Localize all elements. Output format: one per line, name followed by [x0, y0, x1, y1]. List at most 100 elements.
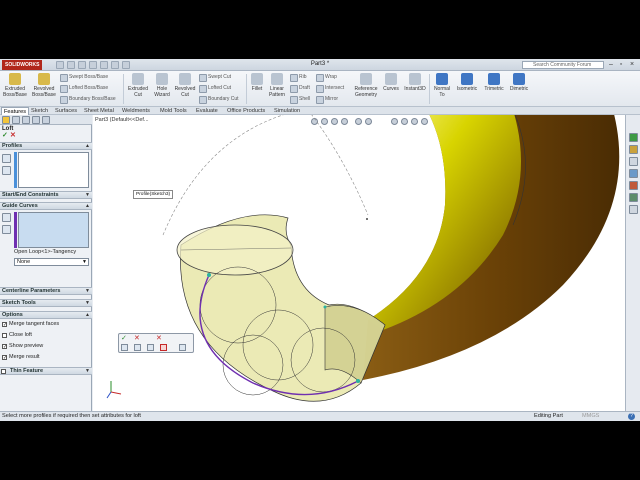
guide-curve-endpoint-handle[interactable] — [207, 273, 211, 277]
expand-chevron-icon[interactable]: ▼ — [85, 368, 90, 375]
normal-to-button[interactable]: Normal To — [431, 73, 453, 98]
save-icon[interactable] — [78, 61, 86, 69]
draft-button[interactable]: Draft — [290, 84, 310, 93]
tab-office-products[interactable]: Office Products — [225, 107, 267, 115]
options-gear-icon[interactable] — [122, 61, 130, 69]
curves-button[interactable]: Curves — [381, 73, 401, 92]
guide-influence-select[interactable]: None ▼ — [14, 258, 89, 266]
merge-tangent-faces-checkbox[interactable]: ✓ — [2, 322, 7, 328]
print-icon[interactable] — [89, 61, 97, 69]
configuration-tab-icon[interactable] — [22, 116, 30, 124]
cancel-x-icon[interactable]: ✕ — [10, 132, 16, 139]
thin-feature-checkbox[interactable] — [1, 369, 6, 374]
mirror-button[interactable]: Mirror — [316, 95, 338, 104]
display-manager-tab-icon[interactable] — [42, 116, 50, 124]
appearances-icon[interactable] — [629, 181, 638, 190]
select-group-icon[interactable] — [147, 344, 154, 351]
tab-sketch[interactable]: Sketch — [29, 107, 50, 115]
rib-button[interactable]: Rib — [290, 73, 307, 82]
profile-connector-handle[interactable] — [323, 305, 327, 309]
boundary-boss-button[interactable]: Boundary Boss/Base — [60, 95, 116, 104]
property-manager-tab-icon[interactable] — [2, 116, 10, 124]
merge-result-checkbox[interactable]: ✓ — [2, 355, 7, 361]
unit-system[interactable]: MMGS — [582, 412, 599, 421]
solidworks-resources-icon[interactable] — [629, 133, 638, 142]
tab-mold-tools[interactable]: Mold Tools — [158, 107, 189, 115]
swept-boss-button[interactable]: Swept Boss/Base — [60, 73, 108, 82]
reference-geometry-button[interactable]: Reference Geometry — [351, 73, 381, 98]
clear-selection-x-icon[interactable]: ✕ — [156, 335, 162, 342]
collapse-chevron-icon[interactable]: ▲ — [85, 203, 90, 210]
guide-curve-endpoint-handle[interactable] — [356, 379, 360, 383]
tab-features[interactable]: Features — [1, 107, 30, 115]
lofted-cut-button[interactable]: Lofted Cut — [199, 84, 231, 93]
pointer-icon[interactable] — [179, 344, 186, 351]
top-profile-ellipse[interactable] — [176, 224, 294, 276]
instant3d-button[interactable]: Instant3D — [403, 73, 427, 92]
move-down-icon[interactable] — [2, 166, 11, 175]
help-icon[interactable]: ? — [628, 413, 635, 420]
search-input[interactable]: Search Community Forum — [522, 61, 604, 69]
file-explorer-icon[interactable] — [629, 157, 638, 166]
extruded-cut-button[interactable]: Extruded Cut — [125, 73, 151, 98]
tab-evaluate[interactable]: Evaluate — [194, 107, 220, 115]
fillet-button[interactable]: Fillet — [248, 73, 266, 92]
view-palette-icon[interactable] — [629, 169, 638, 178]
minimize-icon[interactable]: – — [607, 61, 615, 69]
dimxpert-tab-icon[interactable] — [32, 116, 40, 124]
show-preview-checkbox[interactable]: ✓ — [2, 344, 7, 350]
options-header[interactable]: Options ▲ — [0, 311, 92, 319]
boundary-cut-button[interactable]: Boundary Cut — [199, 95, 239, 104]
move-up-icon[interactable] — [2, 154, 11, 163]
solidworks-logo[interactable]: SOLIDWORKS — [2, 60, 42, 70]
linear-pattern-button[interactable]: Linear Pattern — [266, 73, 288, 98]
guide-curves-header[interactable]: Guide Curves ▲ — [0, 202, 92, 210]
select-region-icon[interactable] — [134, 344, 141, 351]
design-library-icon[interactable] — [629, 145, 638, 154]
expand-chevron-icon[interactable]: ▼ — [85, 288, 90, 295]
feature-tree-tab-icon[interactable] — [12, 116, 20, 124]
rebuild-icon[interactable] — [111, 61, 119, 69]
open-icon[interactable] — [67, 61, 75, 69]
sketch-tools-header[interactable]: Sketch Tools ▼ — [0, 299, 92, 307]
select-loop-icon[interactable] — [121, 344, 128, 351]
thin-feature-header[interactable]: Thin Feature ▼ — [0, 367, 92, 375]
shell-button[interactable]: Shell — [290, 95, 310, 104]
guide-curve-item[interactable]: Open Loop<1>-Tangency — [14, 249, 76, 255]
hole-wizard-button[interactable]: Hole Wizard — [151, 73, 173, 98]
close-icon[interactable]: × — [628, 61, 636, 69]
accept-check-icon[interactable]: ✓ — [121, 335, 127, 342]
guide-move-up-icon[interactable] — [2, 225, 11, 234]
guide-curves-list[interactable] — [18, 212, 89, 248]
tab-simulation[interactable]: Simulation — [272, 107, 302, 115]
swept-cut-button[interactable]: Swept Cut — [199, 73, 231, 82]
lofted-boss-button[interactable]: Lofted Boss/Base — [60, 84, 108, 93]
undo-icon[interactable] — [100, 61, 108, 69]
profile-callout[interactable]: Profile(Sketch3) — [133, 190, 174, 199]
forum-icon[interactable] — [629, 205, 638, 214]
stop-icon[interactable] — [160, 344, 167, 351]
revolved-cut-button[interactable]: Revolved Cut — [173, 73, 197, 98]
collapse-chevron-icon[interactable]: ▲ — [85, 143, 90, 150]
graphics-area[interactable]: Part3 (Default<<Def... Profile(Sketch3) … — [93, 115, 625, 411]
profiles-group-header[interactable]: Profiles ▲ — [0, 142, 92, 150]
tab-sheet-metal[interactable]: Sheet Metal — [82, 107, 116, 115]
reject-x-icon[interactable]: ✕ — [134, 335, 140, 342]
restore-icon[interactable]: ▫ — [617, 61, 625, 69]
new-document-icon[interactable] — [56, 61, 64, 69]
ok-check-icon[interactable]: ✓ — [2, 132, 8, 139]
tab-surfaces[interactable]: Surfaces — [53, 107, 79, 115]
expand-chevron-icon[interactable]: ▼ — [85, 300, 90, 307]
revolved-boss-button[interactable]: Revolved Boss/Base — [30, 73, 58, 98]
expand-chevron-icon[interactable]: ▼ — [85, 192, 90, 199]
custom-properties-icon[interactable] — [629, 193, 638, 202]
intersect-button[interactable]: Intersect — [316, 84, 344, 93]
close-loft-checkbox[interactable] — [2, 333, 7, 338]
wrap-button[interactable]: Wrap — [316, 73, 337, 82]
centerline-parameters-header[interactable]: Centerline Parameters ▼ — [0, 287, 92, 295]
trimetric-button[interactable]: Trimetric — [481, 73, 507, 92]
extruded-boss-button[interactable]: Extruded Boss/Base — [2, 73, 28, 98]
tab-weldments[interactable]: Weldments — [120, 107, 152, 115]
collapse-chevron-icon[interactable]: ▲ — [85, 312, 90, 319]
start-end-constraints-header[interactable]: Start/End Constraints ▼ — [0, 191, 92, 199]
